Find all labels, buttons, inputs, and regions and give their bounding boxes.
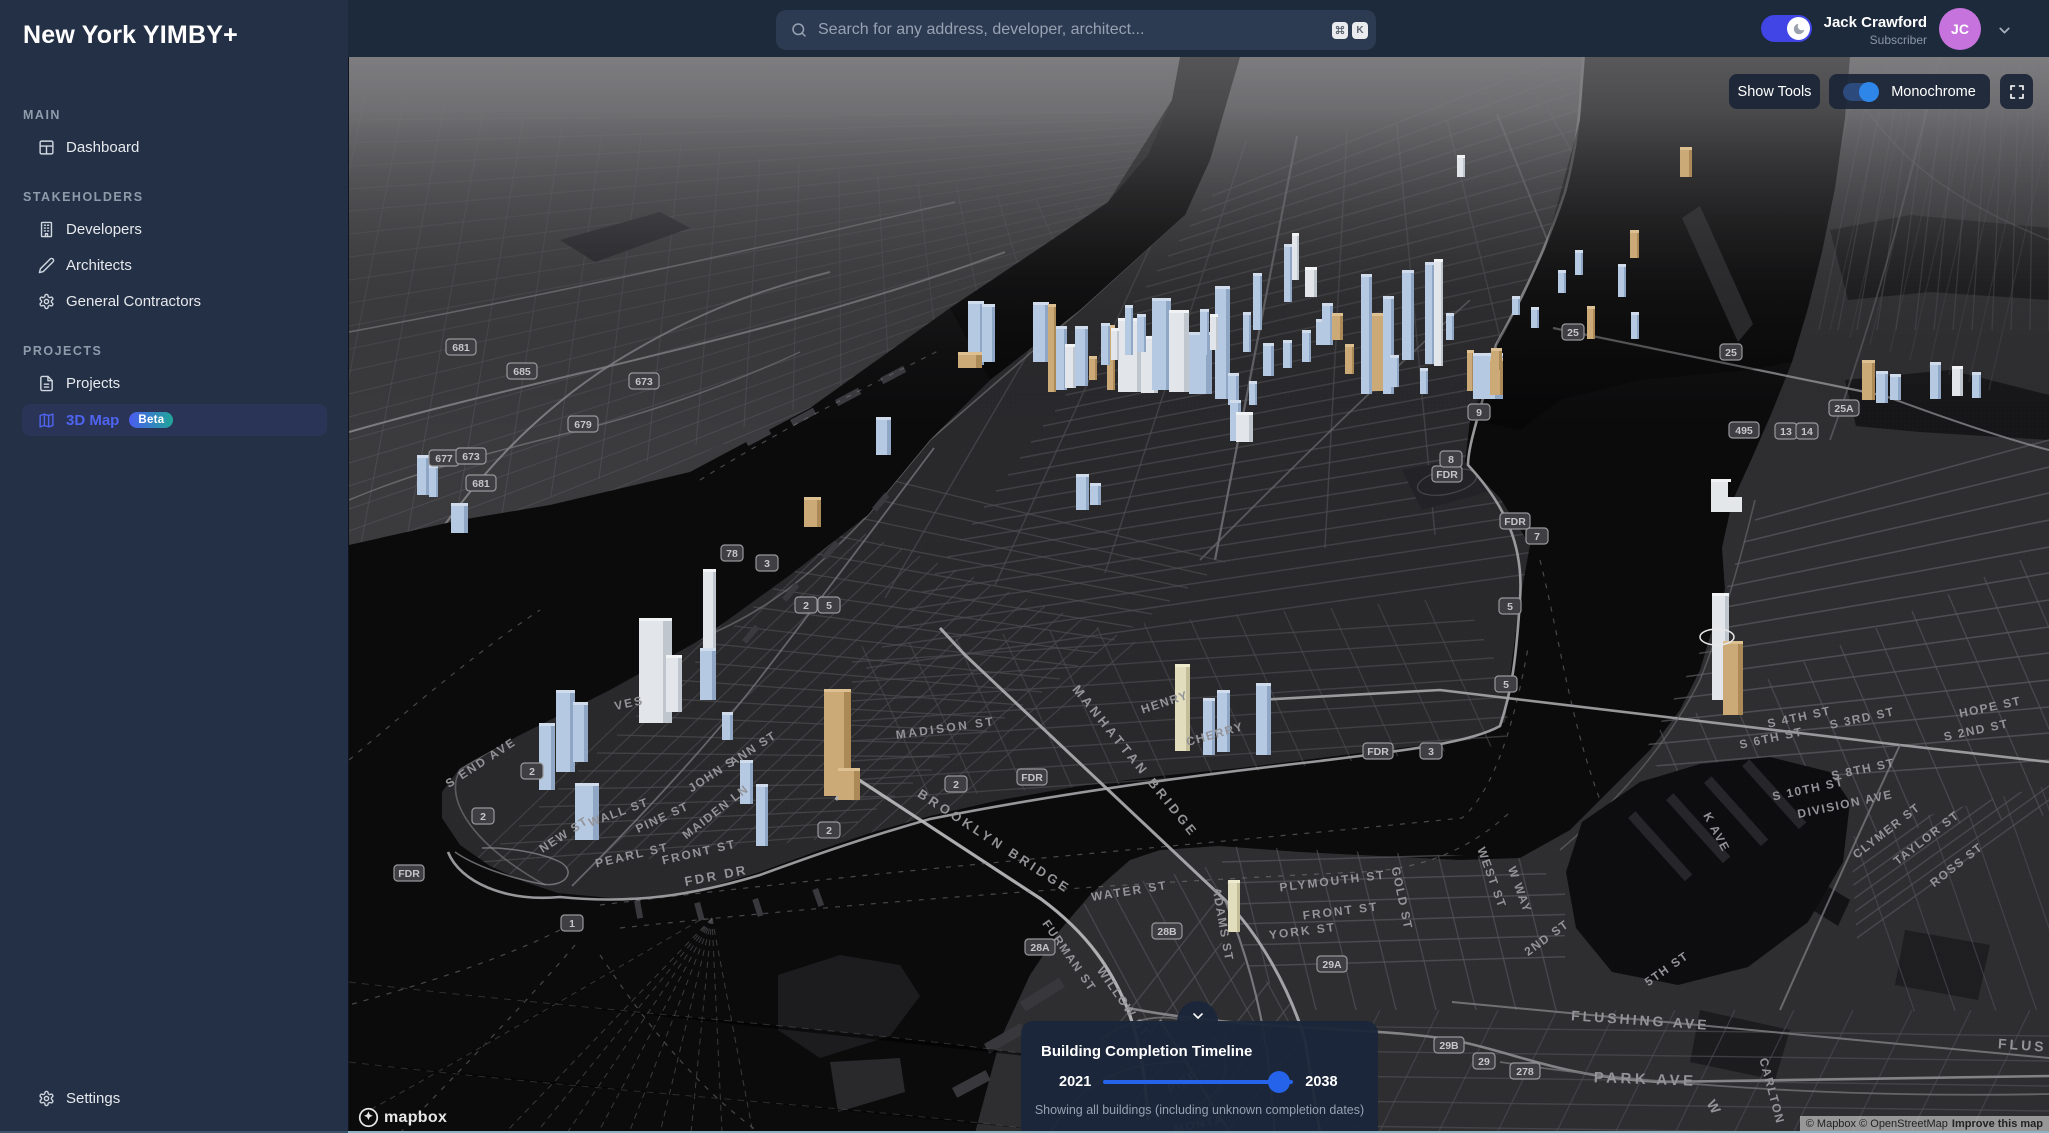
- svg-text:25: 25: [1567, 327, 1579, 339]
- svg-text:PARK AVE: PARK AVE: [1594, 1069, 1697, 1090]
- svg-text:78: 78: [726, 548, 738, 560]
- svg-text:2: 2: [529, 766, 535, 778]
- svg-text:681: 681: [452, 342, 470, 354]
- svg-text:28B: 28B: [1157, 926, 1177, 938]
- svg-text:25: 25: [1725, 347, 1737, 359]
- svg-text:2: 2: [953, 779, 959, 791]
- svg-text:FDR: FDR: [1367, 746, 1389, 758]
- svg-text:FDR: FDR: [1436, 469, 1458, 481]
- svg-text:2: 2: [826, 825, 832, 837]
- svg-text:685: 685: [513, 366, 531, 378]
- svg-text:FDR: FDR: [398, 868, 420, 880]
- svg-text:9: 9: [1476, 407, 1482, 419]
- svg-text:29B: 29B: [1439, 1040, 1459, 1052]
- svg-text:495: 495: [1735, 425, 1753, 437]
- svg-text:5: 5: [826, 600, 832, 612]
- svg-text:FLUS: FLUS: [1998, 1035, 2048, 1054]
- svg-text:3: 3: [1428, 746, 1434, 758]
- svg-text:673: 673: [462, 451, 480, 463]
- svg-text:681: 681: [472, 478, 490, 490]
- svg-text:673: 673: [635, 376, 653, 388]
- svg-text:278: 278: [1516, 1066, 1534, 1078]
- svg-text:FDR: FDR: [1021, 772, 1043, 784]
- svg-text:29A: 29A: [1322, 959, 1342, 971]
- svg-text:1: 1: [569, 918, 575, 930]
- svg-text:5: 5: [1507, 601, 1513, 613]
- svg-text:13: 13: [1780, 426, 1792, 438]
- svg-text:679: 679: [574, 419, 592, 431]
- svg-text:5: 5: [1503, 679, 1509, 691]
- svg-text:3: 3: [764, 558, 770, 570]
- svg-text:29: 29: [1478, 1056, 1490, 1068]
- svg-text:28A: 28A: [1030, 942, 1050, 954]
- svg-text:677: 677: [435, 453, 453, 465]
- svg-text:14: 14: [1801, 426, 1813, 438]
- svg-text:7: 7: [1534, 531, 1540, 543]
- svg-text:25A: 25A: [1834, 403, 1854, 415]
- svg-text:2: 2: [803, 600, 809, 612]
- svg-text:8: 8: [1448, 454, 1454, 466]
- svg-text:FDR: FDR: [1504, 516, 1526, 528]
- svg-text:2: 2: [480, 811, 486, 823]
